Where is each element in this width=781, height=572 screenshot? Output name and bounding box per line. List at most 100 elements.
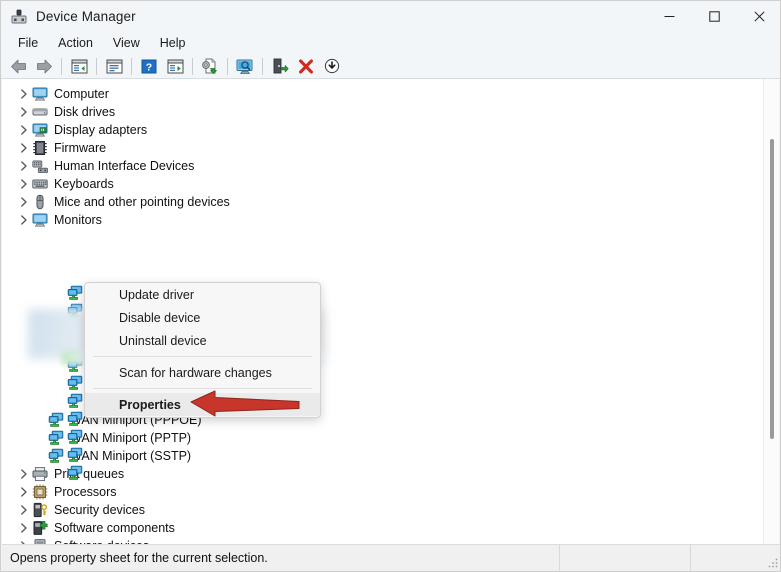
context-menu[interactable]: Update driver Disable device Uninstall d… [84,282,321,418]
action-icon[interactable] [162,55,188,78]
chevron-right-icon[interactable] [16,107,32,117]
status-panel-2 [560,545,691,571]
tree-item-keyboards[interactable]: Keyboards [2,175,764,193]
close-button[interactable] [737,1,780,32]
chevron-right-icon[interactable] [16,197,32,207]
toolbar: ? [1,54,780,79]
chevron-right-icon[interactable] [16,505,32,515]
properties-icon[interactable] [101,55,127,78]
context-menu-item-uninstall-device[interactable]: Uninstall device [85,329,320,352]
device-manager-window: Device Manager File Action View Help ? C… [0,0,781,572]
tree-item-label: Processors [54,485,117,499]
context-menu-item-scan-for-hardware-changes[interactable]: Scan for hardware changes [85,361,320,384]
tree-item-wan-miniport-pptp[interactable]: WAN Miniport (PPTP) [2,429,764,447]
network-adapter-icon [67,411,83,427]
menu-view[interactable]: View [103,34,150,52]
chevron-right-icon[interactable] [16,469,32,479]
enable-device-icon[interactable] [267,55,293,78]
menu-file[interactable]: File [8,34,48,52]
vertical-scrollbar[interactable] [763,79,779,544]
tree-item-security-devices[interactable]: Security devices [2,501,764,519]
chevron-right-icon[interactable] [16,523,32,533]
menu-help[interactable]: Help [150,34,196,52]
tree-item-label: WAN Miniport (PPTP) [70,431,192,445]
uninstall-device-icon[interactable] [293,55,319,78]
tree-item-software-devices[interactable]: Software devices [2,537,764,544]
network-adapter-icon [67,447,83,463]
chevron-right-icon[interactable] [16,143,32,153]
scan-hardware-changes-icon[interactable] [232,55,258,78]
toolbar-separator [96,57,97,75]
printer-icon [32,466,48,482]
firmware-icon [32,140,48,156]
tree-item-label: Human Interface Devices [54,159,195,173]
toolbar-separator [131,57,132,75]
tree-item-human-interface-devices[interactable]: Human Interface Devices [2,157,764,175]
status-bar: Opens property sheet for the current sel… [2,544,780,571]
network-adapter-icon [67,285,83,301]
tree-item-software-components[interactable]: Software components [2,519,764,537]
mouse-icon [32,194,48,210]
security-device-icon [32,502,48,518]
help-icon[interactable]: ? [136,55,162,78]
tree-item-label: WAN Miniport (SSTP) [70,449,192,463]
forward-icon[interactable] [31,55,57,78]
tree-item-print-queues[interactable]: Print queues [2,465,764,483]
keyboard-icon [32,176,48,192]
tree-item-label: Print queues [54,467,125,481]
tree-item-firmware[interactable]: Firmware [2,139,764,157]
tree-item-display-adapters[interactable]: Display adapters [2,121,764,139]
disable-device-icon[interactable] [319,55,345,78]
svg-text:?: ? [146,61,152,73]
tree-item-mice-and-other-pointing-devices[interactable]: Mice and other pointing devices [2,193,764,211]
context-menu-item-update-driver[interactable]: Update driver [85,283,320,306]
network-adapter-icon [48,430,64,446]
tree-item-disk-drives[interactable]: Disk drives [2,103,764,121]
menu-bar: File Action View Help [1,32,780,54]
chevron-right-icon[interactable] [16,125,32,135]
software-component-icon [32,520,48,536]
minimize-button[interactable] [647,1,692,32]
tree-item-label: Keyboards [54,177,114,191]
network-adapter-icon [67,393,83,409]
tree-item-label: Disk drives [54,105,116,119]
device-manager-icon [11,9,27,25]
hid-icon [32,158,49,174]
computer-icon [32,86,48,102]
window-controls [647,1,780,32]
chevron-right-icon[interactable] [16,215,32,225]
context-menu-item-disable-device[interactable]: Disable device [85,306,320,329]
processor-icon [32,484,48,500]
tree-item-label: Mice and other pointing devices [54,195,230,209]
chevron-right-icon[interactable] [16,487,32,497]
back-icon[interactable] [5,55,31,78]
title-bar: Device Manager [1,1,780,32]
maximize-button[interactable] [692,1,737,32]
context-menu-item-properties[interactable]: Properties [85,393,320,416]
show-hide-console-tree-icon[interactable] [66,55,92,78]
toolbar-separator [61,57,62,75]
tree-item-label: Monitors [54,213,102,227]
tree-item-monitors[interactable]: Monitors [2,211,764,229]
network-adapter-icon [67,375,83,391]
context-menu-separator [93,388,312,389]
scrollbar-thumb[interactable] [770,139,774,439]
chevron-right-icon[interactable] [16,89,32,99]
tree-item-wan-miniport-sstp[interactable]: WAN Miniport (SSTP) [2,447,764,465]
tree-item-label: Computer [54,87,109,101]
context-menu-separator [93,356,312,357]
chevron-right-icon[interactable] [16,179,32,189]
toolbar-separator [227,57,228,75]
tree-item-computer[interactable]: Computer [2,85,764,103]
status-message: Opens property sheet for the current sel… [2,545,560,571]
window-title: Device Manager [36,9,136,24]
resize-grip-icon[interactable] [767,557,779,569]
tree-item-label: Software devices [54,537,149,544]
tree-item-label: Display adapters [54,123,148,137]
tree-item-processors[interactable]: Processors [2,483,764,501]
chevron-right-icon[interactable] [16,161,32,171]
menu-action[interactable]: Action [48,34,103,52]
monitor-icon [32,212,48,228]
display-adapter-icon [32,122,48,138]
update-driver-icon[interactable] [197,55,223,78]
